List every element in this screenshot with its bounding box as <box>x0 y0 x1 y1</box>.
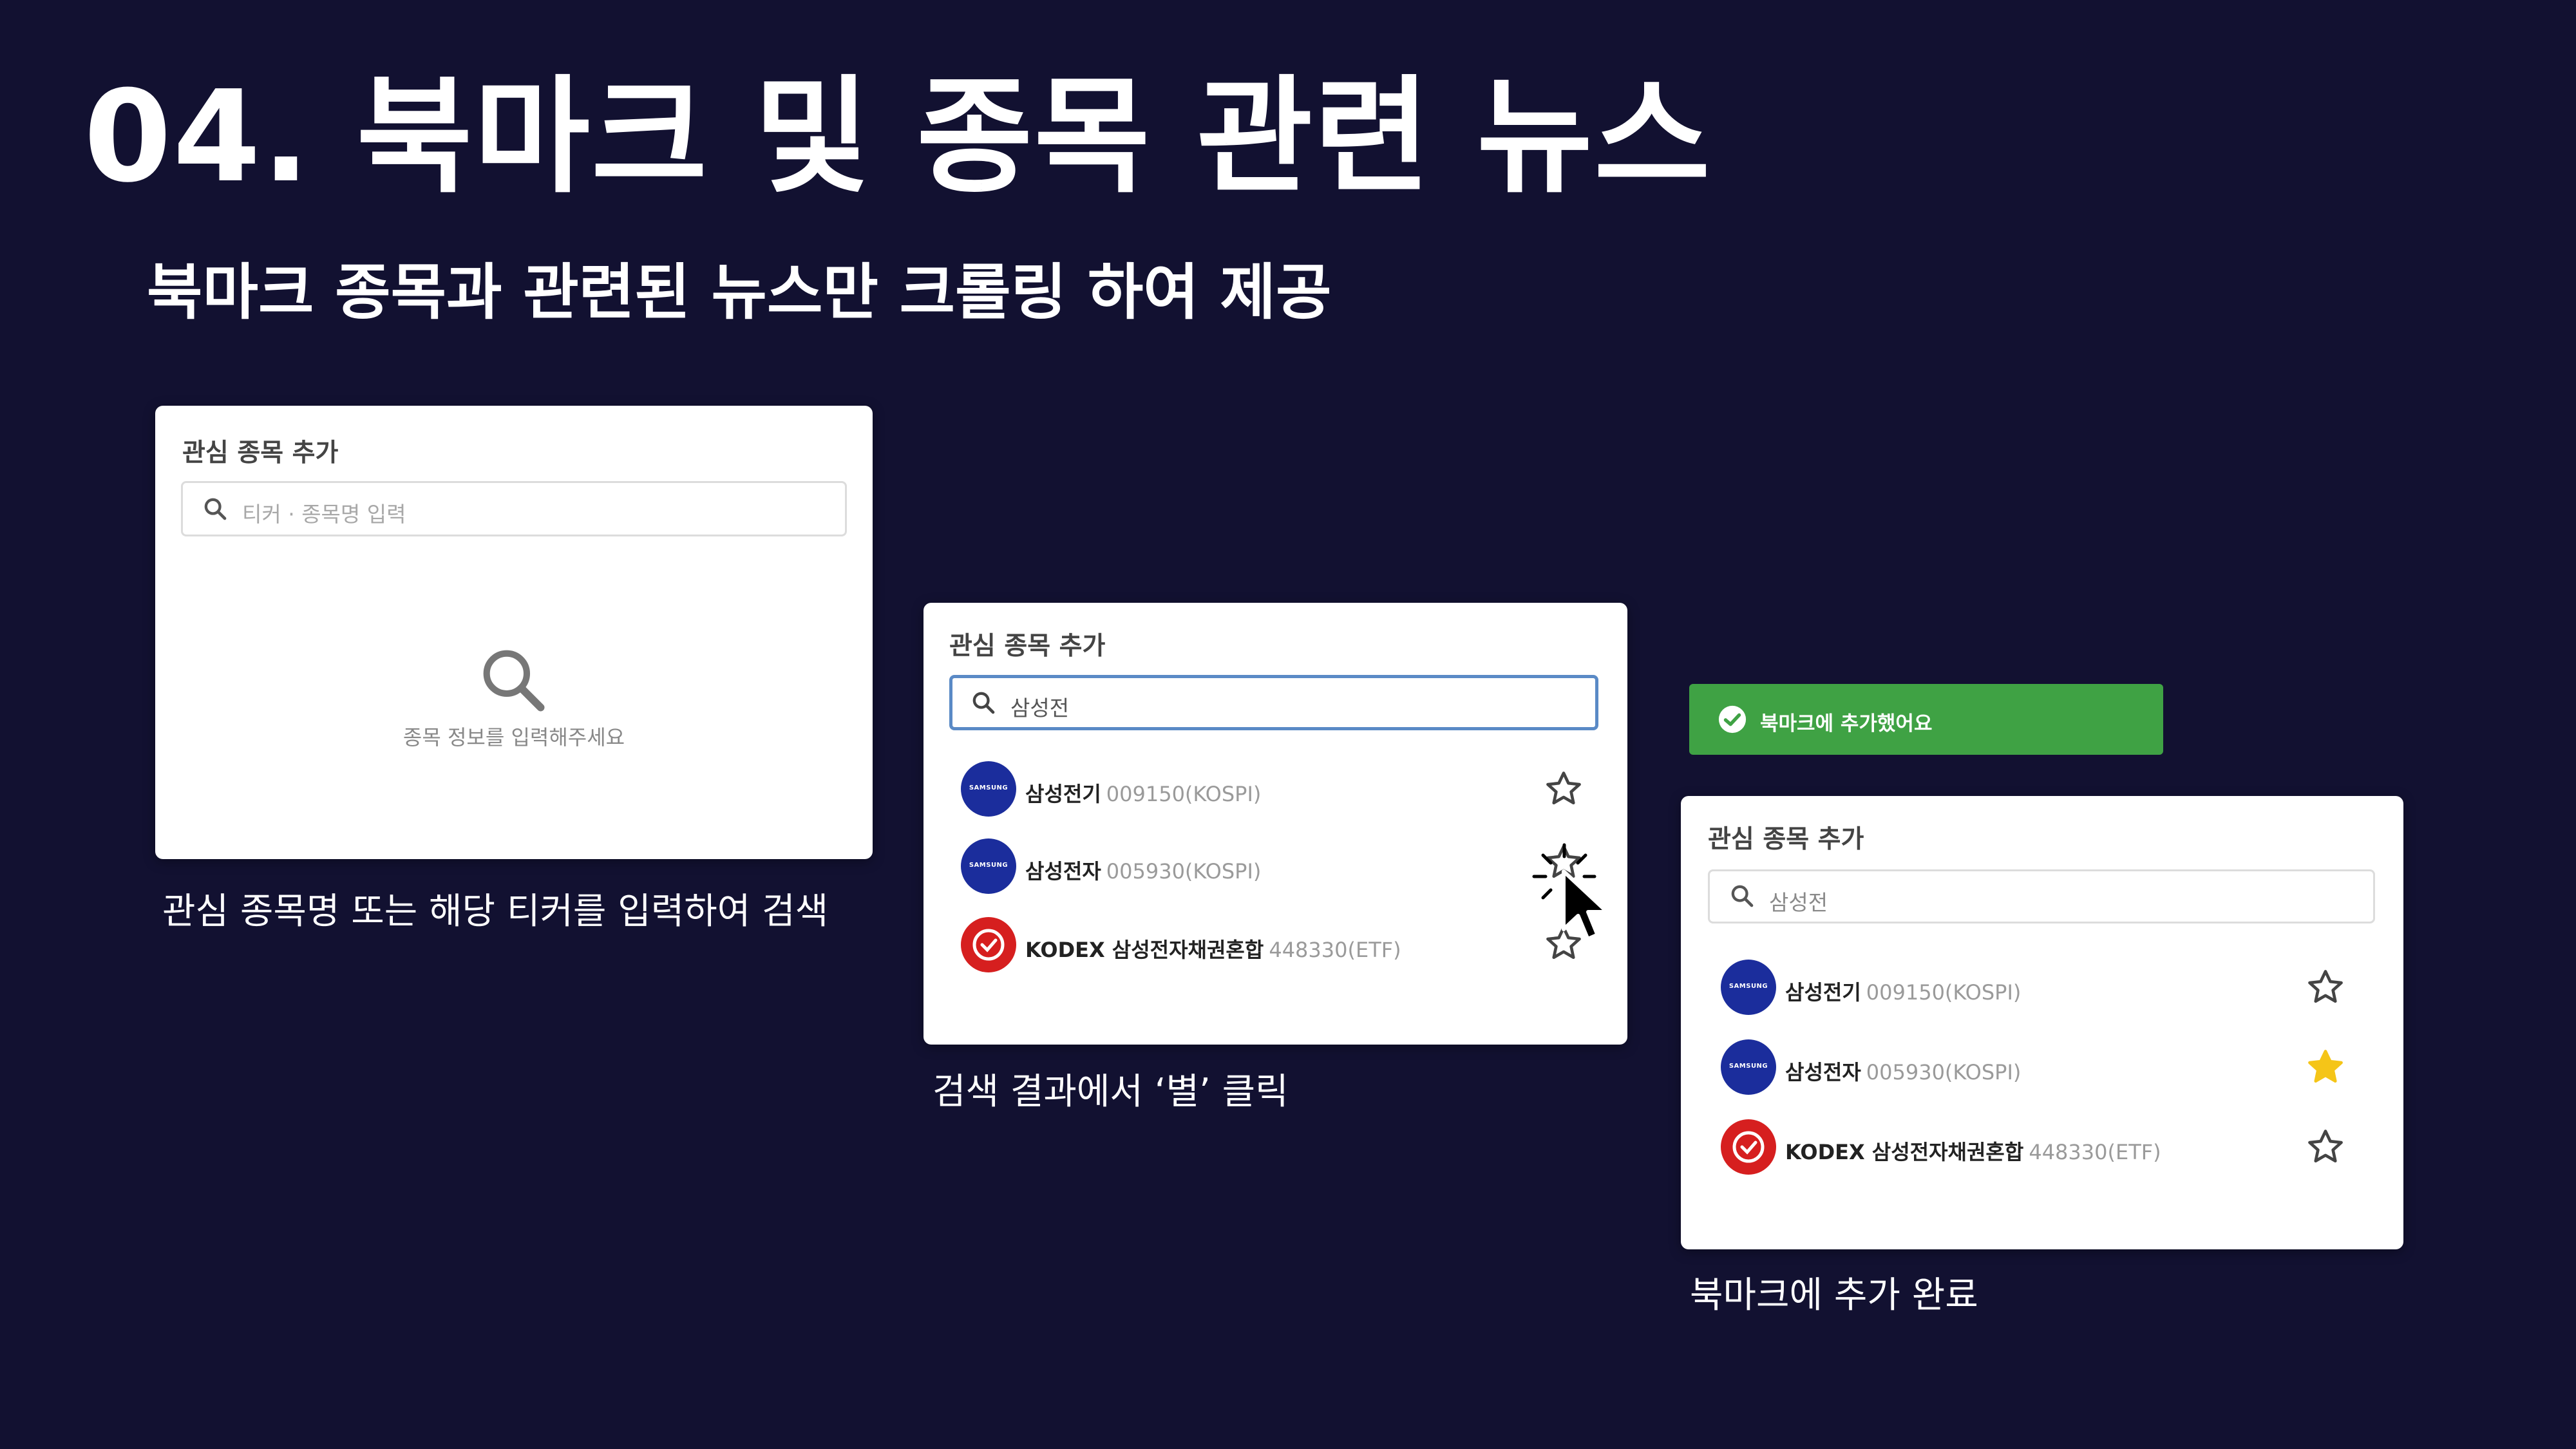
search-icon <box>1731 885 1754 907</box>
search-value: 삼성전 <box>1769 890 1828 915</box>
panel-title: 관심 종목 추가 <box>182 439 339 468</box>
star-outline-icon[interactable] <box>2306 967 2345 1007</box>
stock-name: 삼성전기 <box>1785 980 1861 1005</box>
page-subtitle: 북마크 종목과 관련된 뉴스만 크롤링 하여 제공 <box>147 258 1332 328</box>
stock-code: 448330(ETF) <box>2029 1140 2161 1164</box>
stock-code: 005930(KOSPI) <box>1106 859 1262 884</box>
result-row[interactable]: KODEX 삼성전자채권혼합 448330(ETF) <box>961 917 1611 975</box>
caption-step-3: 북마크에 추가 완료 <box>1690 1274 1978 1316</box>
kodex-logo <box>1721 1119 1776 1175</box>
star-outline-icon[interactable] <box>2306 1127 2345 1167</box>
search-value: 삼성전 <box>1010 696 1070 721</box>
search-input[interactable]: 티커 · 종목명 입력 <box>181 481 847 536</box>
stock-name: KODEX 삼성전자채권혼합 <box>1025 938 1264 962</box>
star-outline-icon[interactable] <box>1544 769 1584 809</box>
samsung-logo: SAMSUNG <box>961 838 1016 894</box>
mouse-pointer-icon <box>1562 869 1609 941</box>
result-row[interactable]: SAMSUNG 삼성전자 005930(KOSPI) <box>1721 1039 2391 1097</box>
kodex-logo <box>961 917 1016 972</box>
result-row[interactable]: KODEX 삼성전자채권혼합 448330(ETF) <box>1721 1119 2391 1177</box>
stock-name: KODEX 삼성전자채권혼합 <box>1785 1140 2024 1164</box>
result-row[interactable]: SAMSUNG 삼성전기 009150(KOSPI) <box>961 761 1611 819</box>
stock-name: 삼성전기 <box>1025 782 1101 806</box>
result-row[interactable]: SAMSUNG 삼성전자 005930(KOSPI) <box>961 838 1611 896</box>
stock-name: 삼성전자 <box>1785 1060 1861 1084</box>
samsung-logo: SAMSUNG <box>1721 1039 1776 1095</box>
search-placeholder: 티커 · 종목명 입력 <box>242 502 406 527</box>
page-title: 04. 북마크 및 종목 관련 뉴스 <box>84 64 1712 211</box>
empty-search-icon <box>483 650 545 712</box>
caption-step-2: 검색 결과에서 ‘별’ 클릭 <box>933 1071 1289 1113</box>
star-filled-icon[interactable] <box>2306 1047 2345 1087</box>
search-icon <box>204 498 227 520</box>
result-row[interactable]: SAMSUNG 삼성전기 009150(KOSPI) <box>1721 960 2391 1018</box>
caption-step-1: 관심 종목명 또는 해당 티커를 입력하여 검색 <box>162 891 829 933</box>
check-circle-icon <box>1718 705 1747 734</box>
toast-message: 북마크에 추가했어요 <box>1760 712 1933 735</box>
success-toast: 북마크에 추가했어요 <box>1689 684 2163 755</box>
panel-title: 관심 종목 추가 <box>1708 825 1864 854</box>
add-watchlist-panel-bookmarked: 관심 종목 추가 삼성전 SAMSUNG 삼성전기 009150(KOSPI) S… <box>1681 796 2403 1249</box>
stock-code: 009150(KOSPI) <box>1106 782 1262 806</box>
search-input[interactable]: 삼성전 <box>949 675 1598 730</box>
panel-title: 관심 종목 추가 <box>949 632 1106 661</box>
add-watchlist-panel-results: 관심 종목 추가 삼성전 SAMSUNG 삼성전기 009150(KOSPI) S… <box>923 603 1627 1045</box>
search-icon <box>972 692 995 714</box>
search-input[interactable]: 삼성전 <box>1708 869 2375 923</box>
stock-name: 삼성전자 <box>1025 859 1101 884</box>
stock-code: 009150(KOSPI) <box>1866 980 2022 1005</box>
samsung-logo: SAMSUNG <box>961 761 1016 817</box>
stock-code: 448330(ETF) <box>1269 938 1401 962</box>
add-watchlist-panel-empty: 관심 종목 추가 티커 · 종목명 입력 종목 정보를 입력해주세요 <box>155 406 873 859</box>
stock-code: 005930(KOSPI) <box>1866 1060 2022 1084</box>
samsung-logo: SAMSUNG <box>1721 960 1776 1015</box>
empty-message: 종목 정보를 입력해주세요 <box>402 725 625 750</box>
